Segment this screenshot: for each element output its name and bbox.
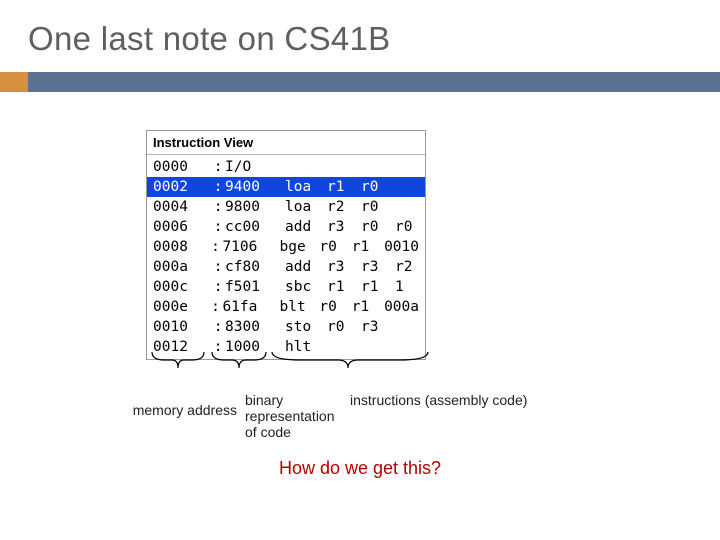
memory-address-cell: 0004 (153, 197, 205, 217)
arg1-cell (327, 157, 361, 177)
hex-cell: cf80 (225, 257, 285, 277)
arg1-cell: r1 (327, 177, 361, 197)
hex-cell: cc00 (225, 217, 285, 237)
instruction-row: 0002 : 9400loar1r0 (147, 177, 425, 197)
label-instructions: instructions (assembly code) (350, 392, 550, 408)
mnemonic-cell (285, 157, 327, 177)
instruction-row: 000c : f501sbcr1r11 (147, 277, 425, 297)
mnemonic-cell: add (285, 217, 327, 237)
instruction-view-panel: Instruction View 0000 : I/O0002 : 9400lo… (146, 130, 426, 360)
arg1-cell: r3 (327, 217, 361, 237)
arg2-cell: r1 (352, 297, 384, 317)
arg3-cell: 0010 (384, 237, 419, 257)
hex-cell: 61fa (222, 297, 279, 317)
arg1-cell: r2 (327, 197, 361, 217)
separator-cell: : (205, 197, 225, 217)
label-binary-representation: binary representation of code (245, 392, 345, 440)
arg2-cell: r3 (361, 257, 395, 277)
arg1-cell: r3 (327, 257, 361, 277)
arg2-cell: r3 (361, 317, 395, 337)
arg2-cell: r1 (352, 237, 384, 257)
hex-cell: f501 (225, 277, 285, 297)
memory-address-cell: 0000 (153, 157, 205, 177)
label-memory-address: memory address (117, 402, 237, 418)
memory-address-cell: 000c (153, 277, 205, 297)
hex-cell: 9800 (225, 197, 285, 217)
arg2-cell: r0 (361, 197, 395, 217)
separator-cell: : (205, 177, 225, 197)
mnemonic-cell: loa (285, 197, 327, 217)
separator-cell: : (205, 157, 225, 177)
separator-cell: : (202, 297, 222, 317)
arg3-cell: r2 (395, 257, 412, 277)
arg3-cell: 1 (395, 277, 404, 297)
arg1-cell: r0 (319, 237, 351, 257)
slide: One last note on CS41B Instruction View … (0, 0, 720, 540)
instruction-row: 0008 : 7106bger0r10010 (147, 237, 425, 257)
memory-address-cell: 0010 (153, 317, 205, 337)
divider-bar (28, 72, 720, 92)
divider-accent (0, 72, 28, 92)
question-text: How do we get this? (0, 458, 720, 479)
instruction-list: 0000 : I/O0002 : 9400loar1r00004 : 9800l… (147, 155, 425, 359)
mnemonic-cell: bge (279, 237, 319, 257)
separator-cell: : (205, 317, 225, 337)
instruction-row: 0004 : 9800loar2r0 (147, 197, 425, 217)
mnemonic-cell: add (285, 257, 327, 277)
arg1-cell: r1 (327, 277, 361, 297)
memory-address-cell: 0002 (153, 177, 205, 197)
memory-address-cell: 000e (153, 297, 202, 317)
divider (0, 72, 720, 92)
instruction-row: 000a : cf80addr3r3r2 (147, 257, 425, 277)
arg2-cell: r0 (361, 217, 395, 237)
instruction-row: 0010 : 8300stor0r3 (147, 317, 425, 337)
hex-cell: 7106 (222, 237, 279, 257)
memory-address-cell: 000a (153, 257, 205, 277)
arg1-cell: r0 (327, 317, 361, 337)
instruction-row: 000e : 61fabltr0r1000a (147, 297, 425, 317)
slide-title: One last note on CS41B (0, 20, 720, 58)
mnemonic-cell: sto (285, 317, 327, 337)
mnemonic-cell: blt (279, 297, 319, 317)
arg3-cell: r0 (395, 217, 412, 237)
arg2-cell: r1 (361, 277, 395, 297)
panel-header: Instruction View (147, 131, 425, 155)
memory-address-cell: 0008 (153, 237, 202, 257)
arg1-cell: r0 (319, 297, 351, 317)
separator-cell: : (205, 217, 225, 237)
arg2-cell (361, 157, 395, 177)
hex-cell: I/O (225, 157, 285, 177)
arg2-cell: r0 (361, 177, 395, 197)
separator-cell: : (202, 237, 222, 257)
separator-cell: : (205, 257, 225, 277)
hex-cell: 8300 (225, 317, 285, 337)
hex-cell: 9400 (225, 177, 285, 197)
instruction-row: 0000 : I/O (147, 157, 425, 177)
mnemonic-cell: sbc (285, 277, 327, 297)
arg3-cell: 000a (384, 297, 419, 317)
instruction-row: 0006 : cc00addr3r0r0 (147, 217, 425, 237)
separator-cell: : (205, 277, 225, 297)
memory-address-cell: 0006 (153, 217, 205, 237)
mnemonic-cell: loa (285, 177, 327, 197)
column-braces (150, 348, 430, 378)
